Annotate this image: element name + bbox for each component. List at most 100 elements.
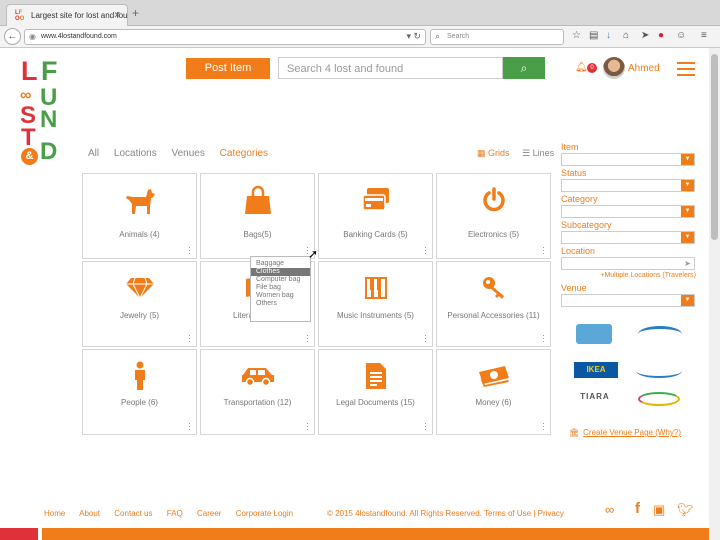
category-card-banking-cards[interactable]: Banking Cards (5) · · · [318,173,433,259]
category-card-music-instruments[interactable]: Music Instruments (5) · · · [318,261,433,347]
category-card-bags[interactable]: Bags(5) · · · [200,173,315,259]
close-tab-icon[interactable]: ✕ [113,10,121,21]
footer-link-about[interactable]: About [79,509,100,518]
category-card-jewelry[interactable]: Jewelry (5) · · · [82,261,197,347]
browser-menu-icon[interactable]: ≡ [701,30,707,41]
create-venue-link[interactable]: 🏛︎ Create Venue Page (Why?) [569,428,681,437]
tab-categories[interactable]: Categories [220,148,268,159]
more-options-icon[interactable]: · · · [542,243,545,258]
category-select[interactable]: ▼ [561,205,695,218]
binoculars-icon[interactable]: ∞ [605,502,614,517]
more-options-icon[interactable]: · · · [542,419,545,434]
avatar[interactable] [603,57,625,79]
chat-icon[interactable]: ☺ [676,30,686,41]
category-grid: Animals (4) · · · Bags(5) · · · Banking Card… [82,173,551,436]
clipboard-icon[interactable]: ▤ [589,30,598,41]
instagram-icon[interactable]: ▣ [653,502,665,518]
category-label: Personal Accessories (11) [447,311,540,320]
download-icon[interactable]: ↓ [606,30,611,41]
facebook-icon[interactable]: f [635,500,640,517]
browser-tab[interactable]: LF OO Largest site for lost and fou... ✕ [6,4,128,26]
category-card-transportation[interactable]: Transportation (12) · · · [200,349,315,435]
reload-icon[interactable]: ▾ ↻ [406,31,421,42]
browser-search-input[interactable]: ⌕ Search [430,29,564,45]
view-grids[interactable]: ▦ Grids [477,148,510,158]
dropdown-option[interactable]: Others [251,300,310,308]
scrollbar-thumb[interactable] [711,54,718,240]
footer-link-faq[interactable]: FAQ [167,509,183,518]
chevron-down-icon: ▼ [681,154,694,165]
more-options-icon[interactable]: · · · [424,331,427,346]
partner-logo-airport-2[interactable] [638,326,682,342]
dropdown-option-selected[interactable]: Clothes [251,268,310,276]
tab-venues[interactable]: Venues [172,148,205,159]
venue-select[interactable]: ▼ [561,294,695,307]
category-filter-label: Category [561,194,598,204]
view-lines[interactable]: ☰ Lines [522,148,554,158]
more-options-icon[interactable]: · · · [188,331,191,346]
category-card-electronics[interactable]: Electronics (5) · · · [436,173,551,259]
view-grids-label: Grids [488,148,510,158]
footer-links: Home About Contact us FAQ Career Corpora… [44,509,305,518]
locate-arrow-icon[interactable]: ➤ [681,258,694,269]
partner-logo-tiara[interactable]: TIARA [574,388,616,408]
mouse-cursor-icon: ➚ [308,247,319,261]
partner-logo-3[interactable] [636,364,682,378]
view-toggle: ▦ Grids ☰ Lines [477,148,554,159]
footer-link-career[interactable]: Career [197,509,221,518]
back-button[interactable]: ← [4,28,21,45]
send-icon[interactable]: ➤ [641,30,649,41]
category-card-personal-accessories[interactable]: Personal Accessories (11) · · · [436,261,551,347]
post-item-button[interactable]: Post Item [186,58,270,79]
partner-logo-airport[interactable] [576,324,612,344]
dropdown-option[interactable]: File bag [251,284,310,292]
site-logo[interactable]: L F ∞ S U T N & D [20,58,62,170]
category-card-legal-documents[interactable]: Legal Documents (15) · · · [318,349,433,435]
location-input[interactable]: ➤ [561,257,695,270]
dropdown-option[interactable]: Women bag [251,292,310,300]
more-options-icon[interactable]: · · · [424,419,427,434]
partner-logos: IKEA TIARA [568,322,696,422]
filter-sidebar: Item ▼ Status ▼ Category ▼ Subcategory ▼… [561,142,696,309]
more-options-icon[interactable]: · · · [424,243,427,258]
more-options-icon[interactable]: · · · [188,419,191,434]
url-bar[interactable]: ◉ www.4lostandfound.com ▾ ↻ [24,29,426,45]
user-name[interactable]: Ahmed [628,63,660,74]
dropdown-option[interactable]: Computer bag [251,276,310,284]
chevron-down-icon: ▼ [681,206,694,217]
site-search-input[interactable]: Search 4 lost and found [278,57,503,79]
hamburger-menu-icon[interactable] [677,62,695,76]
category-card-people[interactable]: People (6) · · · [82,349,197,435]
privacy-link[interactable]: Privacy [538,509,564,518]
footer-link-contact[interactable]: Contact us [114,509,152,518]
item-select[interactable]: ▼ [561,153,695,166]
more-options-icon[interactable]: · · · [306,419,309,434]
more-options-icon[interactable]: · · · [306,331,309,346]
more-options-icon[interactable]: · · · [542,331,545,346]
twitter-icon[interactable]: 🐦︎ [677,502,694,518]
pinterest-icon[interactable]: ● [658,30,664,41]
bookmark-star-icon[interactable]: ☆ [572,30,581,41]
category-card-animals[interactable]: Animals (4) · · · [82,173,197,259]
page-scrollbar[interactable] [709,48,720,540]
terms-link[interactable]: Terms of Use [484,509,531,518]
partner-logo-4[interactable] [638,392,680,406]
more-options-icon[interactable]: · · · [188,243,191,258]
chevron-down-icon: ▼ [681,295,694,306]
venue-filter-label: Venue [561,283,587,293]
search-button[interactable]: ⌕ [503,57,545,79]
status-select[interactable]: ▼ [561,179,695,192]
subcategory-select[interactable]: ▼ [561,231,695,244]
search-icon: ⌕ [435,31,441,41]
new-tab-button[interactable]: + [132,6,139,20]
partner-logo-ikea[interactable]: IKEA [574,362,618,378]
footer-link-home[interactable]: Home [44,509,65,518]
home-icon[interactable]: ⌂ [623,30,629,41]
dropdown-option[interactable]: Baggage [251,260,310,268]
bell-icon[interactable]: 🔔︎ [575,62,588,73]
tab-locations[interactable]: Locations [114,148,157,159]
footer-link-corporate-login[interactable]: Corporate Login [236,509,293,518]
category-card-money[interactable]: Money (6) · · · [436,349,551,435]
tab-all[interactable]: All [88,148,99,159]
multiple-locations-link[interactable]: +Multiple Locations (Travelers) [561,272,696,279]
